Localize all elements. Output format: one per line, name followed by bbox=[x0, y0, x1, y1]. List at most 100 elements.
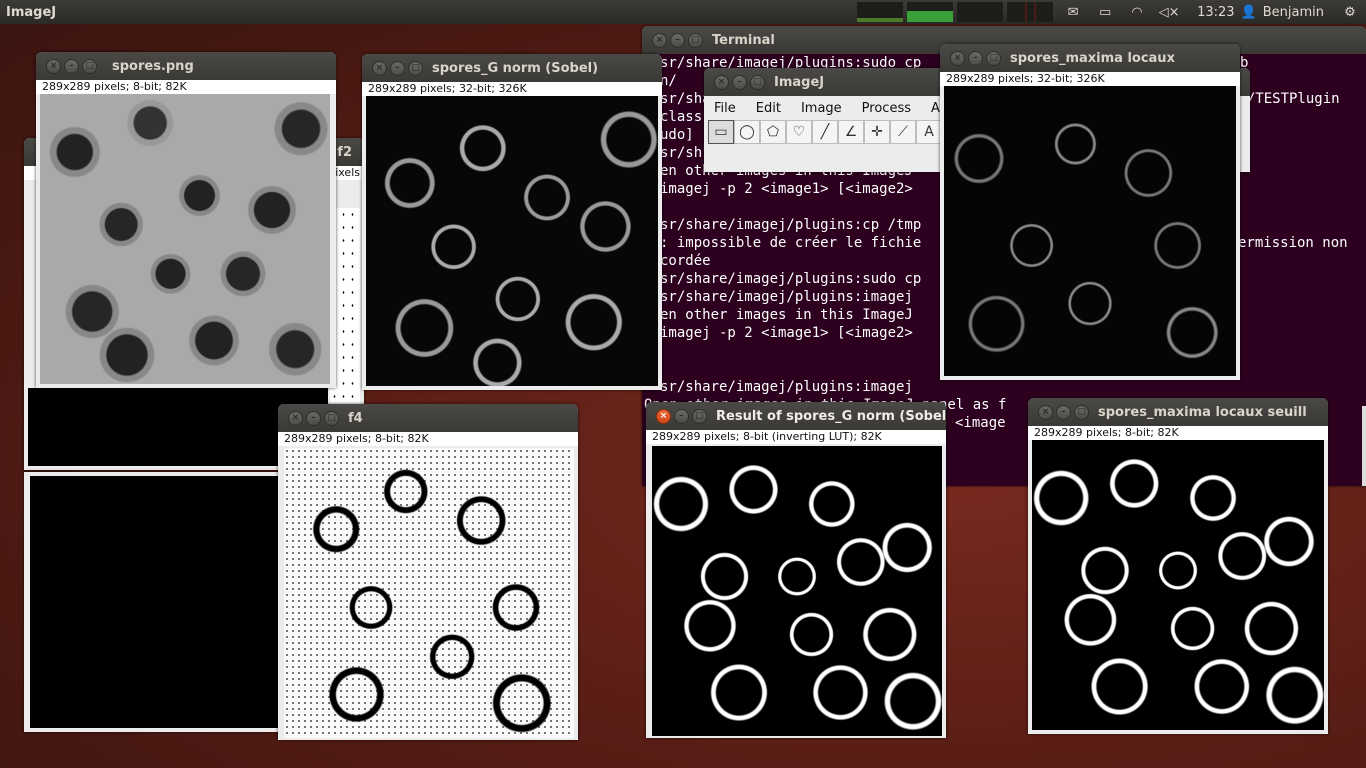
gear-icon[interactable]: ⚙ bbox=[1334, 5, 1366, 20]
maximize-icon[interactable]: □ bbox=[82, 58, 97, 74]
image-info: 289x289 pixels; 8-bit; 82K bbox=[36, 80, 336, 94]
terminal-line: class bbox=[660, 109, 703, 125]
spores-window[interactable]: × – □ spores.png 289x289 pixels; 8-bit; … bbox=[36, 52, 336, 388]
window-title: spores_maxima locaux seuill bbox=[1098, 404, 1307, 420]
black-image-window[interactable] bbox=[24, 472, 282, 732]
terminal-line: : impossible de créer le fichie bbox=[660, 235, 922, 251]
minimize-icon[interactable]: – bbox=[64, 58, 79, 74]
close-icon[interactable]: × bbox=[372, 60, 387, 76]
menu-image[interactable]: Image bbox=[791, 101, 852, 116]
close-icon[interactable]: × bbox=[1038, 404, 1053, 420]
wifi-icon[interactable]: ◠ bbox=[1121, 5, 1153, 20]
maximize-icon[interactable]: □ bbox=[750, 74, 765, 90]
window-title: f4 bbox=[348, 410, 363, 426]
minimize-icon[interactable]: – bbox=[674, 408, 689, 424]
user-icon: 👤 bbox=[1240, 4, 1257, 20]
window-title: spores_maxima locaux bbox=[1010, 50, 1175, 66]
image-canvas[interactable] bbox=[366, 96, 658, 386]
f4-window[interactable]: × – □ f4 289x289 pixels; 8-bit; 82K bbox=[278, 404, 578, 740]
polygon-tool-icon[interactable]: ⬠ bbox=[760, 120, 786, 144]
menu-edit[interactable]: Edit bbox=[746, 101, 791, 116]
close-icon[interactable]: × bbox=[652, 32, 667, 48]
close-icon[interactable]: × bbox=[288, 410, 303, 426]
result-window[interactable]: × – □ Result of spores_G norm (Sobel) 28… bbox=[646, 402, 946, 738]
image-info: 289x289 pixels; 8-bit (inverting LUT); 8… bbox=[646, 430, 946, 444]
menu-file[interactable]: File bbox=[704, 101, 746, 116]
system-indicators: ✉ ▭ ◠ ◁× 13:23 👤 Benjamin ⚙ bbox=[857, 0, 1366, 24]
text-tool-icon[interactable]: A bbox=[916, 120, 942, 144]
point-tool-icon[interactable]: ✛ bbox=[864, 120, 890, 144]
close-icon[interactable]: × bbox=[950, 50, 965, 66]
wand-tool-icon[interactable]: ⟋ bbox=[890, 120, 916, 144]
image-info: 289x289 pixels; 8-bit; 82K bbox=[1028, 426, 1328, 440]
window-title: f2 bbox=[337, 144, 352, 160]
network-graph[interactable] bbox=[957, 2, 1004, 22]
maxima-seuil-titlebar[interactable]: × – □ spores_maxima locaux seuill bbox=[1028, 398, 1328, 426]
terminal-scrollbar[interactable] bbox=[1362, 406, 1366, 486]
rectangle-tool-icon[interactable]: ▭ bbox=[708, 120, 734, 144]
terminal-line: udo] bbox=[660, 127, 694, 143]
angle-tool-icon[interactable]: ∠ bbox=[838, 120, 864, 144]
window-title: Result of spores_G norm (Sobel) bbox=[716, 408, 946, 424]
sobel-window[interactable]: × – □ spores_G norm (Sobel) 289x289 pixe… bbox=[362, 54, 662, 390]
spores-titlebar[interactable]: × – □ spores.png bbox=[36, 52, 336, 80]
close-icon[interactable]: × bbox=[656, 408, 671, 424]
result-titlebar[interactable]: × – □ Result of spores_G norm (Sobel) bbox=[646, 402, 946, 430]
terminal-line: en other images in this ImageJ bbox=[660, 307, 913, 323]
terminal-line: cordée bbox=[660, 253, 711, 269]
memory-graph[interactable] bbox=[907, 2, 954, 22]
window-title: ImageJ bbox=[774, 74, 825, 90]
image-info: 289x289 pixels; 32-bit; 326K bbox=[362, 82, 662, 96]
top-panel: ImageJ ✉ ▭ ◠ ◁× 13:23 👤 Benjamin ⚙ bbox=[0, 0, 1366, 24]
line-tool-icon[interactable]: ╱ bbox=[812, 120, 838, 144]
terminal-line: sr/share/imagej/plugins:imagej bbox=[660, 289, 913, 305]
maximize-icon[interactable]: □ bbox=[324, 410, 339, 426]
image-canvas[interactable] bbox=[284, 448, 574, 738]
sobel-titlebar[interactable]: × – □ spores_G norm (Sobel) bbox=[362, 54, 662, 82]
terminal-line: n/ bbox=[660, 73, 677, 89]
f4-titlebar[interactable]: × – □ f4 bbox=[278, 404, 578, 432]
minimize-icon[interactable]: – bbox=[732, 74, 747, 90]
minimize-icon[interactable]: – bbox=[306, 410, 321, 426]
maximize-icon[interactable]: □ bbox=[986, 50, 1001, 66]
menu-process[interactable]: Process bbox=[852, 101, 921, 116]
image-canvas[interactable] bbox=[652, 446, 942, 736]
maximize-icon[interactable]: □ bbox=[408, 60, 423, 76]
freehand-tool-icon[interactable]: ♡ bbox=[786, 120, 812, 144]
load-graph[interactable] bbox=[1007, 2, 1054, 22]
terminal-fragment: ermission non bbox=[1238, 235, 1348, 251]
volume-icon[interactable]: ◁× bbox=[1153, 5, 1185, 20]
cpu-graph[interactable] bbox=[857, 2, 904, 22]
clock[interactable]: 13:23 bbox=[1185, 5, 1240, 20]
minimize-icon[interactable]: – bbox=[1056, 404, 1071, 420]
user-name[interactable]: Benjamin bbox=[1257, 5, 1334, 20]
maxima-titlebar[interactable]: × – □ spores_maxima locaux bbox=[940, 44, 1240, 72]
active-app-title: ImageJ bbox=[6, 4, 57, 20]
window-title: Terminal bbox=[712, 32, 775, 48]
terminal-line: sr/share/imagej/plugins:imagej bbox=[660, 379, 913, 395]
image-canvas[interactable] bbox=[944, 86, 1236, 376]
maximize-icon[interactable]: □ bbox=[692, 408, 707, 424]
maxima-window[interactable]: × – □ spores_maxima locaux 289x289 pixel… bbox=[940, 44, 1240, 380]
window-title: spores.png bbox=[112, 58, 194, 74]
mail-icon[interactable]: ✉ bbox=[1057, 5, 1089, 20]
battery-icon[interactable]: ▭ bbox=[1089, 5, 1121, 20]
close-icon[interactable]: × bbox=[46, 58, 61, 74]
terminal-line: imagej -p 2 <image1> [<image2> bbox=[660, 325, 913, 341]
oval-tool-icon[interactable]: ◯ bbox=[734, 120, 760, 144]
image-canvas[interactable] bbox=[40, 94, 330, 384]
maximize-icon[interactable]: □ bbox=[688, 32, 703, 48]
window-title: spores_G norm (Sobel) bbox=[432, 60, 599, 76]
terminal-line: sr/share/imagej/plugins:sudo cp bbox=[660, 271, 922, 287]
minimize-icon[interactable]: – bbox=[968, 50, 983, 66]
image-info: 289x289 pixels; 8-bit; 82K bbox=[278, 432, 578, 446]
minimize-icon[interactable]: – bbox=[670, 32, 685, 48]
terminal-line: sr/sh bbox=[660, 145, 703, 161]
image-info: 289x289 pixels; 32-bit; 326K bbox=[940, 72, 1240, 86]
image-canvas[interactable] bbox=[30, 476, 280, 728]
maxima-seuil-window[interactable]: × – □ spores_maxima locaux seuill 289x28… bbox=[1028, 398, 1328, 734]
maximize-icon[interactable]: □ bbox=[1074, 404, 1089, 420]
image-canvas[interactable] bbox=[1032, 440, 1324, 730]
close-icon[interactable]: × bbox=[714, 74, 729, 90]
minimize-icon[interactable]: – bbox=[390, 60, 405, 76]
